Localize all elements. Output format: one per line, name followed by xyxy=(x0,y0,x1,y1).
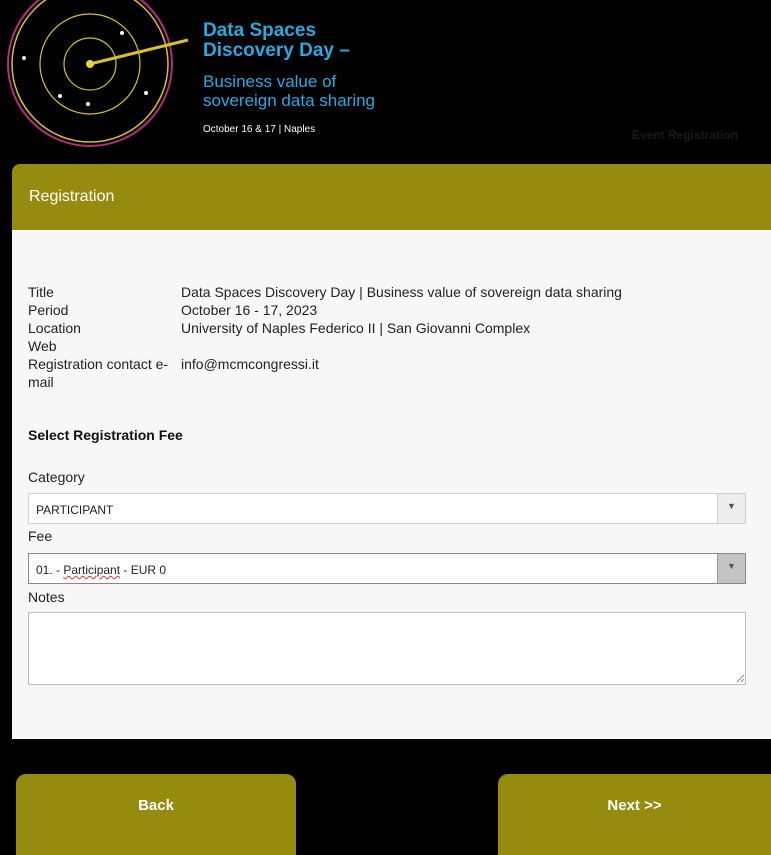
next-button[interactable]: Next >> xyxy=(498,774,771,855)
chevron-down-icon[interactable]: ▼ xyxy=(717,554,745,583)
info-row-period: Period October 16 - 17, 2023 xyxy=(28,301,622,319)
info-label: Location xyxy=(28,320,81,336)
resize-grip-icon[interactable] xyxy=(736,674,745,683)
back-button[interactable]: Back xyxy=(16,774,296,855)
banner-right-text: Event Registration xyxy=(632,128,739,142)
info-value: University of Naples Federico II | San G… xyxy=(181,320,531,336)
info-row-title: Title Data Spaces Discovery Day | Busine… xyxy=(28,283,622,301)
category-select-value: PARTICIPANT xyxy=(36,503,114,517)
event-title-line2: Discovery Day – xyxy=(203,40,350,61)
event-title: Data Spaces Discovery Day – xyxy=(203,21,350,61)
fee-select-suffix: - EUR 0 xyxy=(120,563,167,577)
fee-section-title: Select Registration Fee xyxy=(28,427,183,443)
info-label: Period xyxy=(28,302,69,318)
info-row-contact-email: Registration contact e-mail info@mcmcong… xyxy=(28,355,622,391)
event-title-line1: Data Spaces xyxy=(203,20,317,41)
info-row-web: Web xyxy=(28,337,622,355)
fee-select-prefix: 01. - xyxy=(36,563,64,577)
info-label: Web xyxy=(28,338,57,354)
registration-title: Registration xyxy=(29,188,115,205)
category-label: Category xyxy=(28,469,85,485)
info-value: Data Spaces Discovery Day | Business val… xyxy=(181,284,622,300)
event-subtitle: Business value of sovereign data sharing xyxy=(203,72,375,110)
event-banner: Data Spaces Discovery Day – Business val… xyxy=(0,0,771,164)
info-value: October 16 - 17, 2023 xyxy=(181,302,318,318)
fee-select-word: Participant xyxy=(63,563,121,577)
info-value: info@mcmcongressi.it xyxy=(181,356,319,372)
registration-panel: Title Data Spaces Discovery Day | Busine… xyxy=(12,230,771,739)
notes-label: Notes xyxy=(28,589,65,605)
info-value[interactable] xyxy=(181,337,622,355)
event-date-place: October 16 & 17 | Naples xyxy=(203,124,316,135)
registration-header: Registration xyxy=(12,164,771,230)
info-label: Title xyxy=(28,284,54,300)
event-subtitle-line1: Business value of xyxy=(203,72,337,91)
category-select[interactable]: PARTICIPANT ▼ xyxy=(28,493,746,524)
notes-textarea[interactable] xyxy=(28,612,746,685)
info-row-location: Location University of Naples Federico I… xyxy=(28,319,622,337)
fee-label: Fee xyxy=(28,528,53,544)
event-info-table: Title Data Spaces Discovery Day | Busine… xyxy=(28,283,622,391)
radar-target-icon xyxy=(7,0,189,147)
info-label: Registration contact e-mail xyxy=(28,356,169,390)
chevron-down-icon[interactable]: ▼ xyxy=(717,494,745,523)
fee-select[interactable]: 01. - Participant - EUR 0 ▼ xyxy=(28,553,746,584)
event-subtitle-line2: sovereign data sharing xyxy=(203,91,376,110)
